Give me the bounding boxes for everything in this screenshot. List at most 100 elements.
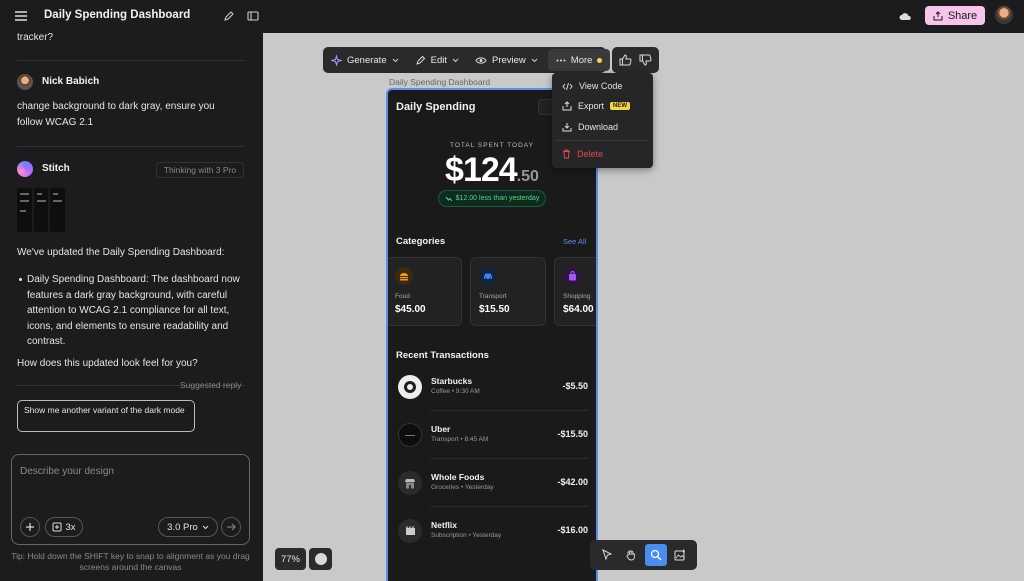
screen-title: Daily Spending	[396, 101, 476, 113]
chevron-down-icon	[452, 58, 459, 62]
total-main: $124	[445, 151, 518, 189]
thumbnail[interactable]	[33, 188, 49, 232]
sparkle-icon	[331, 54, 342, 66]
hamburger-menu-icon[interactable]	[14, 9, 28, 23]
transaction-row[interactable]: Uber Transport • 8:45 AM -$15.50	[396, 411, 588, 459]
code-icon	[562, 82, 573, 90]
message-divider	[17, 60, 244, 61]
pencil-icon	[415, 55, 425, 65]
canvas-tools	[590, 540, 697, 570]
arrow-right-icon	[227, 523, 236, 531]
category-amount: $64.00	[563, 304, 594, 315]
more-label: More	[570, 54, 593, 66]
transaction-name: Uber	[431, 424, 451, 434]
menu-item-label: Download	[578, 122, 619, 132]
more-button[interactable]: More	[547, 49, 611, 71]
total-cents: .50	[516, 168, 539, 185]
top-bar: Daily Spending Dashboard Share	[0, 0, 1024, 33]
transaction-row[interactable]: Whole Foods Groceries • Yesterday -$42.0…	[396, 459, 588, 507]
select-tool[interactable]	[596, 544, 618, 566]
theme-toggle-button[interactable]	[309, 548, 332, 570]
transaction-row[interactable]: Netflix Subscription • Yesterday -$16.00	[396, 507, 588, 555]
preview-button[interactable]: Preview	[467, 47, 546, 73]
menu-item-label: View Code	[579, 81, 623, 91]
transaction-amount: -$42.00	[557, 477, 588, 487]
menu-item-label: Export	[578, 101, 605, 111]
transactions-title: Recent Transactions	[396, 350, 489, 361]
menu-item-delete[interactable]: Delete	[552, 144, 653, 164]
suggested-reply-label: Suggested reply	[180, 380, 242, 390]
sidebar-toggle-icon[interactable]	[247, 10, 259, 22]
transaction-name: Whole Foods	[431, 472, 485, 482]
frame-label[interactable]: Daily Spending Dashboard	[389, 77, 490, 87]
more-menu: View Code Export NEW Download Delete	[552, 73, 653, 168]
trend-down-icon	[445, 196, 453, 201]
ellipsis-icon	[556, 59, 566, 61]
thumbs-up-icon[interactable]	[619, 54, 632, 66]
prompt-composer: 3x 3.0 Pro	[11, 454, 250, 545]
eye-icon	[475, 56, 487, 64]
menu-separator	[556, 140, 649, 141]
thumbnail[interactable]	[17, 188, 32, 232]
category-name: Transport	[479, 293, 507, 300]
reply-bullet-line: features a dark gray background, with ca…	[27, 290, 228, 301]
add-attachment-button[interactable]	[20, 517, 40, 537]
send-button[interactable]	[221, 517, 241, 537]
thumbs-down-icon[interactable]	[639, 54, 652, 66]
user-name: Nick Babich	[42, 76, 100, 87]
menu-item-export[interactable]: Export NEW	[552, 96, 653, 116]
category-card[interactable]: Transport $15.50	[470, 257, 546, 326]
menu-item-view-code[interactable]: View Code	[552, 76, 653, 96]
chevron-down-icon	[202, 525, 209, 529]
category-name: Shopping	[563, 293, 591, 300]
zoom-tool[interactable]	[644, 544, 667, 566]
account-avatar[interactable]	[995, 6, 1013, 24]
prompt-input[interactable]	[20, 466, 240, 477]
uber-logo-icon	[398, 423, 422, 447]
category-card[interactable]: Food $45.00	[388, 257, 462, 326]
menu-item-download[interactable]: Download	[552, 117, 653, 137]
image-tool[interactable]	[669, 544, 691, 566]
thumbnail[interactable]	[50, 188, 66, 232]
reply-bullet-line: attention to WCAG 2.1 compliance for all…	[27, 305, 230, 316]
share-label: Share	[947, 9, 978, 22]
suggested-reply-button[interactable]: Show me another variant of the dark mode	[17, 400, 195, 432]
user-message-line: change background to dark gray, ensure y…	[17, 101, 215, 112]
bag-icon	[563, 267, 581, 285]
download-icon	[562, 123, 572, 132]
category-name: Food	[395, 293, 410, 300]
magnifier-icon	[650, 549, 662, 561]
transaction-row[interactable]: Starbucks Coffee • 9:30 AM -$5.50	[396, 363, 588, 411]
assistant-name: Stitch	[42, 163, 70, 174]
transaction-meta: Coffee • 9:30 AM	[431, 388, 480, 395]
share-button[interactable]: Share	[925, 6, 985, 25]
model-select[interactable]: 3.0 Pro	[158, 517, 218, 537]
preview-label: Preview	[492, 54, 526, 66]
previous-message-tail: tracker?	[17, 33, 54, 43]
zoom-level[interactable]: 77%	[275, 548, 306, 570]
film-icon	[398, 519, 422, 543]
edit-button[interactable]: Edit	[407, 47, 467, 73]
see-all-link[interactable]: See All	[563, 237, 586, 246]
new-badge: NEW	[610, 102, 631, 110]
variants-count: 3x	[65, 521, 76, 533]
generate-button[interactable]: Generate	[323, 47, 407, 73]
starbucks-logo-icon	[398, 375, 422, 399]
transaction-name: Starbucks	[431, 376, 473, 386]
variants-button[interactable]: 3x	[45, 517, 83, 537]
chat-sidebar: tracker? Nick Babich change background t…	[0, 33, 263, 581]
pencil-icon[interactable]	[223, 10, 235, 22]
user-message-line: follow WCAG 2.1	[17, 117, 94, 128]
circle-icon	[314, 553, 327, 565]
category-amount: $45.00	[395, 304, 426, 315]
hand-icon	[626, 550, 636, 561]
reply-bullet-line: icons, and elements to ensure readabilit…	[27, 321, 229, 332]
add-image-icon	[674, 549, 685, 561]
transaction-amount: -$15.50	[557, 429, 588, 439]
category-amount: $15.50	[479, 304, 510, 315]
model-label: 3.0 Pro	[167, 521, 198, 533]
hand-tool[interactable]	[620, 544, 642, 566]
screen-thumbnails[interactable]	[17, 188, 66, 232]
stitch-logo-icon	[17, 161, 33, 177]
category-card[interactable]: Shopping $64.00	[554, 257, 596, 326]
